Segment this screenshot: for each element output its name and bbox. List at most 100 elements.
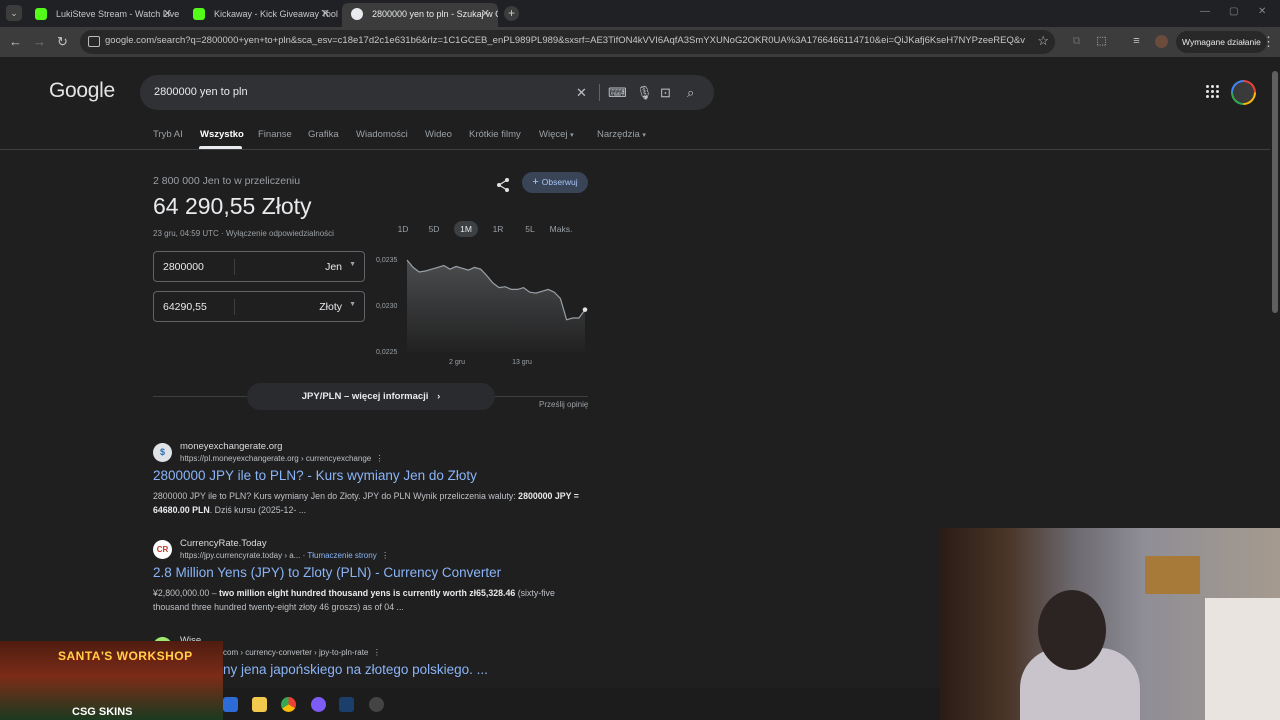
- result-url[interactable]: https://jpy.currencyrate.today › a... · …: [180, 551, 389, 560]
- tab-images[interactable]: Grafika: [308, 129, 339, 140]
- result-options-icon[interactable]: ⋮: [379, 551, 389, 560]
- tab-title: 2800000 yen to pln - Szukaj w G: [372, 9, 498, 19]
- share-icon[interactable]: [495, 177, 511, 193]
- chevron-right-icon: ›: [437, 391, 441, 402]
- from-currency-select[interactable]: Jen: [325, 261, 342, 273]
- tab-finance[interactable]: Finanse: [258, 129, 292, 140]
- shelf: [1205, 598, 1280, 720]
- more-info-button[interactable]: JPY/PLN – więcej informacji ›: [247, 383, 495, 410]
- result-url-text: https://jpy.currencyrate.today › a...: [180, 551, 301, 560]
- caret-down-icon[interactable]: ▼: [349, 301, 356, 308]
- result-url[interactable]: com › currency-converter › jpy-to-pln-ra…: [223, 648, 381, 657]
- follow-button[interactable]: + Obserwuj: [522, 172, 588, 193]
- bookmark-star-icon[interactable]: ☆: [1037, 33, 1049, 49]
- kick-favicon-icon: [35, 8, 47, 20]
- range-1r[interactable]: 1R: [488, 221, 508, 237]
- tab-title: Kickaway - Kick Giveaway Tool: [214, 9, 338, 19]
- keyboard-icon[interactable]: ⌨: [608, 84, 627, 101]
- microphone-icon[interactable]: 🎙: [636, 84, 653, 101]
- to-currency-select[interactable]: Złoty: [319, 301, 342, 313]
- maximize-icon[interactable]: ▢: [1229, 6, 1238, 17]
- scrollbar-thumb[interactable]: [1272, 71, 1278, 313]
- result-options-icon[interactable]: ⋮: [373, 454, 384, 463]
- tab-all[interactable]: Wszystko: [200, 129, 244, 140]
- new-tab-button[interactable]: +: [504, 6, 519, 21]
- promo-title: SANTA'S WORKSHOP: [58, 649, 193, 663]
- steam-icon[interactable]: [339, 697, 354, 712]
- result-site-name[interactable]: CurrencyRate.Today: [180, 538, 267, 549]
- clear-search-icon[interactable]: ✕: [576, 84, 587, 101]
- required-action-button[interactable]: Wymagane działanie: [1176, 31, 1267, 53]
- chrome-icon[interactable]: [281, 697, 296, 712]
- browser-tab-kickaway[interactable]: Kickaway - Kick Giveaway Tool ✕: [184, 3, 338, 27]
- tab-short-videos[interactable]: Krótkie filmy: [469, 129, 521, 140]
- extensions-icon[interactable]: ⬚: [1095, 35, 1108, 48]
- forward-icon[interactable]: →: [33, 34, 46, 50]
- tab-more[interactable]: Więcej ▾: [539, 129, 574, 140]
- browser-menu-icon[interactable]: ⋮: [1262, 34, 1275, 50]
- result-title-link[interactable]: ny jena japońskiego na złotego polskiego…: [223, 662, 488, 677]
- result-snippet: 2800000 JPY ile to PLN? Kurs wymiany Jen…: [153, 489, 593, 517]
- search-box[interactable]: 2800000 yen to pln ✕ ⌨ 🎙 ⊡ ⌕: [140, 75, 714, 110]
- range-1m[interactable]: 1M: [454, 221, 478, 237]
- chart-end-point: [582, 307, 588, 312]
- camera-lens-icon[interactable]: ⊡: [660, 84, 671, 101]
- site-info-icon[interactable]: [88, 36, 100, 47]
- result-site-name[interactable]: moneyexchangerate.org: [180, 441, 282, 452]
- tab-news[interactable]: Wiadomości: [356, 129, 408, 140]
- google-apps-icon[interactable]: [1206, 85, 1220, 99]
- tab-videos[interactable]: Wideo: [425, 129, 452, 140]
- close-tab-icon[interactable]: ✕: [481, 3, 490, 25]
- result-title-link[interactable]: 2.8 Million Yens (JPY) to Zloty (PLN) - …: [153, 565, 501, 580]
- translate-page-link[interactable]: Tłumaczenie strony: [307, 551, 376, 560]
- y-tick-label: 0,0235: [376, 257, 398, 264]
- conversion-result: 64 290,55 Złoty: [153, 193, 312, 219]
- close-window-icon[interactable]: ✕: [1258, 6, 1266, 17]
- range-5d[interactable]: 5D: [424, 221, 444, 237]
- tab-ai-mode[interactable]: Tryb AI: [153, 129, 183, 140]
- field-separator: [234, 299, 235, 315]
- reload-icon[interactable]: ↻: [57, 34, 68, 50]
- discord-icon[interactable]: [311, 697, 326, 712]
- tab-title: LukiSteve Stream - Watch Live o: [56, 9, 180, 19]
- range-5l[interactable]: 5L: [520, 221, 540, 237]
- account-avatar[interactable]: [1231, 80, 1256, 105]
- to-amount-input[interactable]: 64290,55: [163, 301, 207, 313]
- tab-search-menu-button[interactable]: ⌄: [6, 5, 22, 21]
- result-url-text: https://pl.moneyexchangerate.org › curre…: [180, 454, 372, 463]
- feedback-link[interactable]: Prześlij opinię: [539, 400, 588, 409]
- range-max[interactable]: Maks.: [547, 221, 575, 237]
- close-tab-icon[interactable]: ✕: [163, 3, 172, 25]
- range-1d[interactable]: 1D: [393, 221, 413, 237]
- address-bar[interactable]: google.com/search?q=2800000+yen+to+pln&s…: [80, 30, 1055, 54]
- more-info-label: JPY/PLN – więcej informacji: [301, 391, 429, 402]
- tab-tools[interactable]: Narzędzia ▾: [597, 129, 646, 140]
- search-input[interactable]: 2800000 yen to pln: [154, 86, 248, 98]
- result-title-link[interactable]: 2800000 JPY ile to PLN? - Kurs wymiany J…: [153, 468, 477, 483]
- share-page-icon[interactable]: ⧉: [1070, 35, 1083, 48]
- exchange-rate-chart[interactable]: 0,0235 0,0230 0,0225 2 gru 13 gru: [370, 250, 590, 370]
- task-view-icon[interactable]: [223, 697, 238, 712]
- profile-avatar-icon[interactable]: [1155, 35, 1168, 48]
- google-logo[interactable]: Google: [49, 79, 115, 103]
- webcam-overlay: [940, 528, 1280, 720]
- disclaimer-link[interactable]: Wyłączenie odpowiedzialności: [226, 229, 334, 238]
- search-icon[interactable]: ⌕: [687, 84, 694, 101]
- search-result: $ moneyexchangerate.org https://pl.money…: [153, 441, 593, 521]
- back-icon[interactable]: ←: [9, 34, 22, 50]
- result-url[interactable]: https://pl.moneyexchangerate.org › curre…: [180, 454, 384, 463]
- obs-icon[interactable]: [369, 697, 384, 712]
- from-amount-input[interactable]: 2800000: [163, 261, 204, 273]
- site-favicon-icon: $: [153, 443, 172, 462]
- close-tab-icon[interactable]: ✕: [321, 3, 330, 25]
- caret-down-icon[interactable]: ▼: [349, 261, 356, 268]
- browser-tab-lukisteve[interactable]: LukiSteve Stream - Watch Live o ✕: [26, 3, 180, 27]
- browser-tab-google-search[interactable]: 2800000 yen to pln - Szukaj w G ✕: [342, 3, 498, 27]
- result-options-icon[interactable]: ⋮: [371, 648, 381, 657]
- from-currency-field[interactable]: 2800000 Jen ▼: [153, 251, 365, 282]
- minimize-icon[interactable]: —: [1200, 6, 1210, 17]
- to-currency-field[interactable]: 64290,55 Złoty ▼: [153, 291, 365, 322]
- taskbar: [223, 688, 940, 720]
- file-explorer-icon[interactable]: [252, 697, 267, 712]
- reading-list-icon[interactable]: ≡: [1130, 35, 1143, 48]
